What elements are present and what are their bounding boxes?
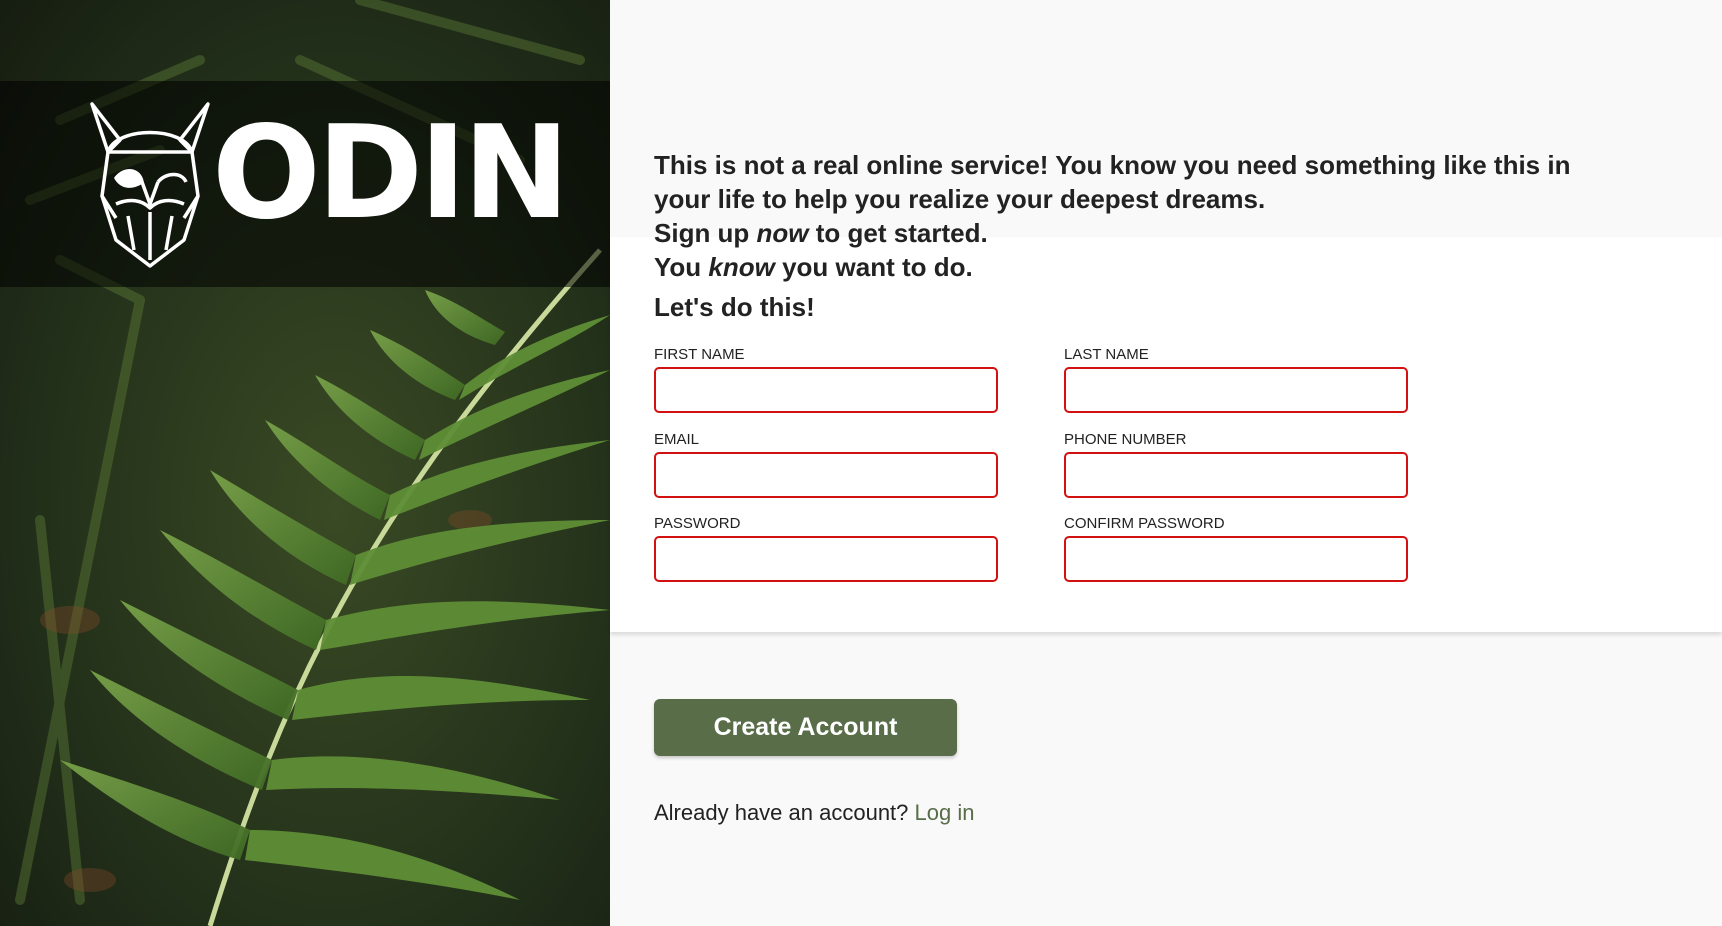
signup-main: This is not a real online service! You k… [610, 0, 1722, 926]
email-field: EMAIL [654, 431, 998, 498]
first-name-input[interactable] [654, 367, 998, 413]
confirm-password-field: CONFIRM PASSWORD [1064, 515, 1408, 582]
phone-number-label: PHONE NUMBER [1064, 431, 1187, 448]
last-name-input[interactable] [1064, 367, 1408, 413]
email-input[interactable] [654, 452, 998, 498]
login-link[interactable]: Log in [915, 800, 975, 825]
login-prompt-text: Already have an account? [654, 800, 915, 825]
first-name-label: FIRST NAME [654, 346, 745, 363]
intro-line-signup: Sign up now to get started. [654, 218, 988, 248]
hero-panel: ODIN [0, 0, 610, 926]
phone-number-field: PHONE NUMBER [1064, 431, 1408, 498]
create-account-button[interactable]: Create Account [654, 699, 957, 756]
confirm-password-input[interactable] [1064, 536, 1408, 582]
intro-line-know: You know you want to do. [654, 252, 973, 282]
password-field: PASSWORD [654, 515, 998, 582]
confirm-password-label: CONFIRM PASSWORD [1064, 515, 1225, 532]
password-input[interactable] [654, 536, 998, 582]
phone-number-input[interactable] [1064, 452, 1408, 498]
last-name-label: LAST NAME [1064, 346, 1149, 363]
email-label: EMAIL [654, 431, 700, 448]
login-prompt: Already have an account? Log in [654, 800, 974, 826]
first-name-field: FIRST NAME [654, 346, 998, 413]
last-name-field: LAST NAME [1064, 346, 1408, 413]
viking-head-icon [90, 102, 210, 268]
password-label: PASSWORD [654, 515, 741, 532]
intro-line-1: This is not a real online service! You k… [654, 150, 1571, 214]
form-title: Let's do this! [654, 292, 815, 322]
brand-wordmark: ODIN [212, 99, 570, 248]
intro-text: This is not a real online service! You k… [654, 148, 1594, 284]
